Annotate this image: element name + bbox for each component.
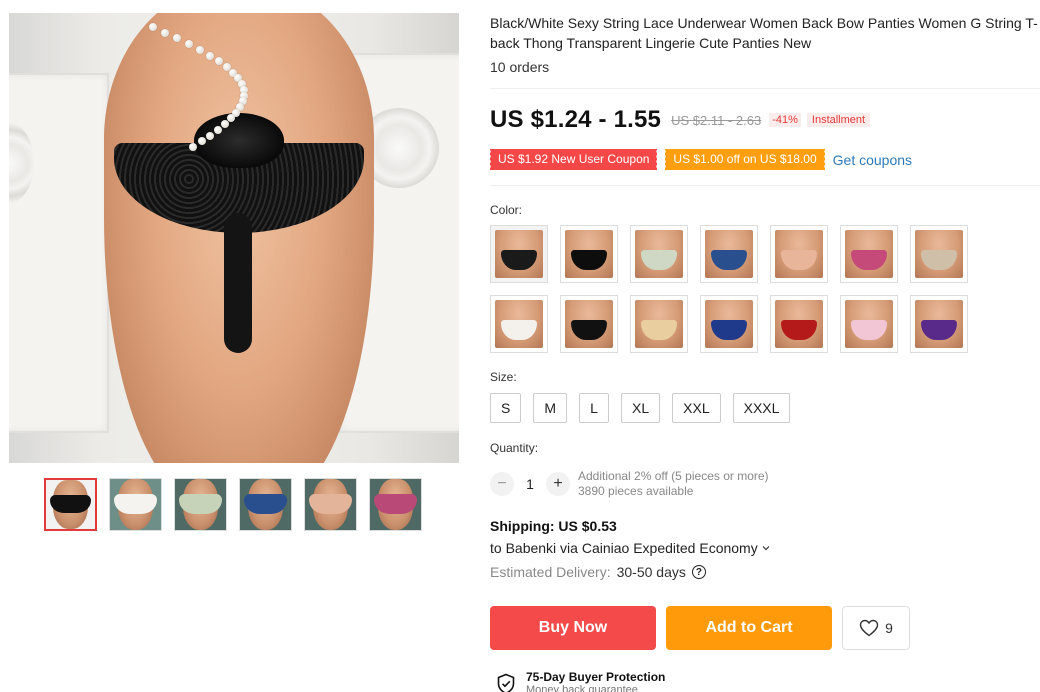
size-option-xxl[interactable]: XXL — [672, 393, 721, 423]
action-buttons: Buy Now Add to Cart 9 — [490, 606, 910, 650]
pearl — [149, 23, 157, 31]
thumbnail-garment — [374, 494, 417, 514]
shipping-destination[interactable]: to Babenki via Cainiao Expedited Economy — [490, 540, 770, 556]
color-label: Color: — [490, 203, 523, 217]
thong-strap — [224, 213, 252, 353]
thumbnail-garment — [49, 494, 92, 514]
heart-icon — [859, 619, 879, 637]
thumbnail-garment — [309, 494, 352, 514]
color-swatch-8[interactable] — [490, 295, 548, 353]
quantity-label: Quantity: — [490, 441, 539, 455]
buy-now-button[interactable]: Buy Now — [490, 606, 656, 650]
installment-badge: Installment — [806, 113, 871, 127]
divider — [490, 185, 1040, 186]
pearl — [196, 45, 205, 54]
thumbnail-6[interactable] — [369, 478, 422, 531]
size-option-xxxl[interactable]: XXXL — [732, 393, 791, 423]
size-option-xl[interactable]: XL — [621, 393, 661, 423]
thumbnail-strip — [44, 478, 422, 531]
color-swatch-1[interactable] — [490, 225, 548, 283]
new-user-coupon[interactable]: US $1.92 New User Coupon — [488, 149, 658, 170]
color-swatch-6[interactable] — [840, 225, 898, 283]
store-coupon[interactable]: US $1.00 off on US $18.00 — [664, 149, 825, 170]
buyer-protection: 75-Day Buyer Protection Money back guara… — [496, 670, 665, 692]
quantity-stepper: − 1 + Additional 2% off (5 pieces or mor… — [490, 469, 769, 499]
protection-title: 75-Day Buyer Protection — [526, 670, 666, 684]
main-product-image[interactable] — [9, 13, 459, 463]
divider — [490, 88, 1040, 89]
chevron-down-icon — [762, 546, 770, 551]
thumbnail-3[interactable] — [174, 478, 227, 531]
thumbnail-5[interactable] — [304, 478, 357, 531]
coupon-row: US $1.92 New User Coupon US $1.00 off on… — [488, 149, 912, 170]
estimated-delivery: Estimated Delivery: 30-50 days ? — [490, 564, 706, 580]
current-price: US $1.24 - 1.55 — [490, 106, 662, 133]
pearl — [189, 143, 197, 151]
color-swatch-2[interactable] — [560, 225, 618, 283]
add-to-cart-button[interactable]: Add to Cart — [666, 606, 832, 650]
order-count: 10 orders — [490, 59, 550, 75]
thumbnail-garment — [244, 494, 287, 514]
wishlist-count: 9 — [885, 620, 893, 636]
delivery-days: 30-50 days — [616, 564, 686, 580]
stock-available: 3890 pieces available — [578, 484, 694, 498]
color-swatch-12[interactable] — [770, 295, 828, 353]
pearl — [213, 125, 222, 134]
quantity-plus-button[interactable]: + — [546, 472, 570, 496]
pearl — [206, 51, 215, 60]
quantity-value[interactable]: 1 — [514, 476, 546, 492]
get-coupons-link[interactable]: Get coupons — [833, 152, 912, 168]
thumbnail-4[interactable] — [239, 478, 292, 531]
quantity-minus-button[interactable]: − — [490, 472, 514, 496]
quantity-note: Additional 2% off (5 pieces or more) 389… — [578, 469, 769, 499]
color-swatch-4[interactable] — [700, 225, 758, 283]
help-icon[interactable]: ? — [691, 565, 706, 579]
color-swatch-7[interactable] — [910, 225, 968, 283]
delivery-label: Estimated Delivery: — [490, 564, 611, 580]
shipping-cost: Shipping: US $0.53 — [490, 518, 617, 534]
protection-subtitle: Money back guarantee — [526, 684, 638, 692]
color-swatch-13[interactable] — [840, 295, 898, 353]
bulk-discount-note: Additional 2% off (5 pieces or more) — [578, 469, 769, 483]
color-swatches — [490, 225, 968, 353]
pearl — [197, 137, 206, 146]
price-row: US $1.24 - 1.55 US $2.11 - 2.63 -41% Ins… — [490, 106, 871, 134]
color-swatch-14[interactable] — [910, 295, 968, 353]
original-price: US $2.11 - 2.63 — [671, 112, 762, 128]
color-swatch-9[interactable] — [560, 295, 618, 353]
size-option-m[interactable]: M — [533, 393, 568, 423]
product-title: Black/White Sexy String Lace Underwear W… — [490, 15, 1038, 51]
discount-badge: -41% — [769, 113, 801, 127]
pearl — [220, 120, 229, 129]
bow-detail — [194, 113, 284, 168]
wishlist-button[interactable]: 9 — [842, 606, 910, 650]
thumbnail-garment — [179, 494, 222, 514]
size-option-l[interactable]: L — [579, 393, 610, 423]
size-option-s[interactable]: S — [490, 393, 522, 423]
wall-panel — [9, 73, 109, 433]
color-swatch-10[interactable] — [630, 295, 688, 353]
pearl — [205, 131, 214, 140]
color-swatch-5[interactable] — [770, 225, 828, 283]
color-swatch-3[interactable] — [630, 225, 688, 283]
shield-check-icon — [497, 673, 515, 692]
shipping-method[interactable]: to Babenki via Cainiao Expedited Economy — [490, 540, 758, 556]
thumbnail-garment — [114, 494, 157, 514]
thumbnail-1[interactable] — [44, 478, 97, 531]
size-label: Size: — [490, 370, 517, 384]
thumbnail-2[interactable] — [109, 478, 162, 531]
size-options: S M L XL XXL XXXL — [490, 393, 791, 423]
color-swatch-11[interactable] — [700, 295, 758, 353]
